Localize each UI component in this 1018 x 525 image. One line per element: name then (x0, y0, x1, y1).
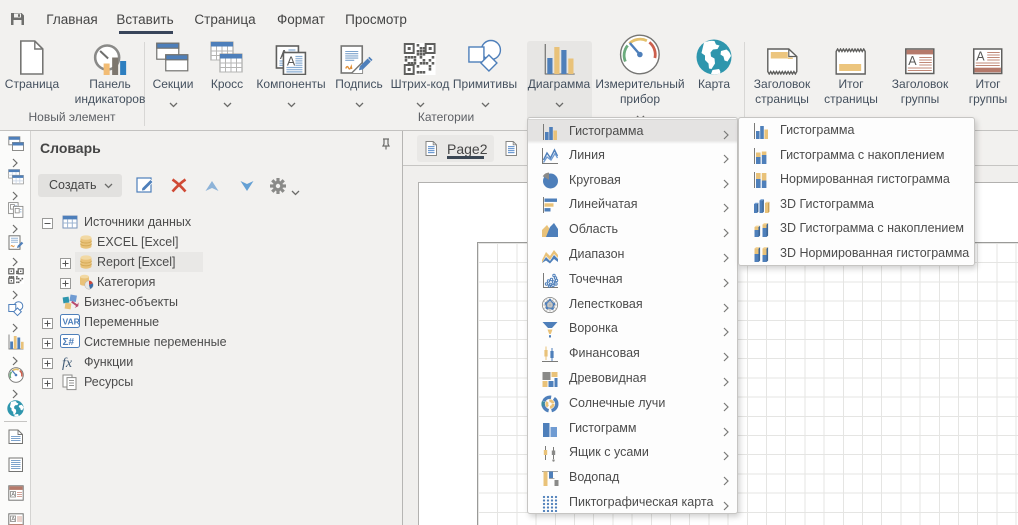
svg-text:A: A (11, 492, 15, 498)
svg-text:A: A (908, 54, 917, 68)
svg-text:A: A (287, 55, 296, 69)
svg-text:A: A (976, 50, 985, 64)
svg-text:VAR: VAR (63, 317, 80, 327)
svg-text:Σ#: Σ# (63, 337, 75, 348)
svg-text:fx: fx (62, 356, 73, 370)
svg-text:A: A (11, 517, 15, 523)
